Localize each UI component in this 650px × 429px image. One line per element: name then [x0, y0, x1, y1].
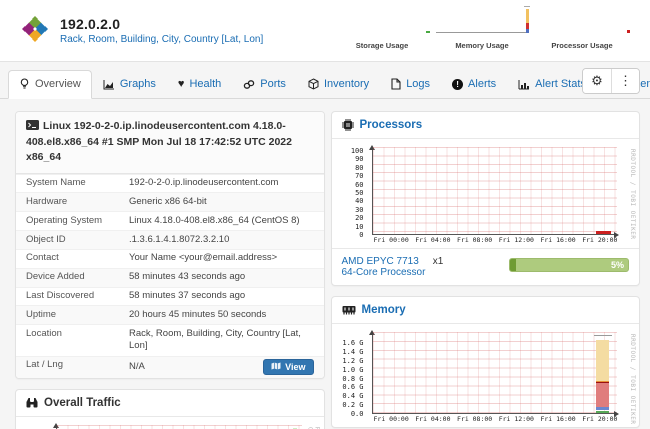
- view-map-button[interactable]: View: [263, 359, 313, 375]
- processor-usage-label: Processor Usage: [532, 41, 632, 50]
- processors-y-axis: 10090 8070 6050 4030 2010 0: [334, 147, 364, 239]
- file-icon: [391, 78, 401, 90]
- binoculars-icon: [26, 397, 38, 408]
- cpu-description: 64-Core Processor: [342, 267, 444, 278]
- more-options-button[interactable]: ⋮: [611, 69, 639, 93]
- tab-overview[interactable]: Overview: [8, 70, 92, 99]
- system-attributes-table: System Name192-0-2-0.ip.linodeuserconten…: [16, 174, 324, 378]
- processors-graph[interactable]: 10090 8070 6050 4030 2010 0 Fri 00:00Fri…: [332, 139, 640, 248]
- lightbulb-icon: [19, 78, 30, 90]
- tab-health[interactable]: ♥ Health: [167, 70, 232, 99]
- cube-icon: [308, 78, 319, 90]
- table-row: Object ID.1.3.6.1.4.1.8072.3.2.10: [16, 231, 324, 250]
- terminal-icon: [26, 120, 39, 135]
- table-row: LocationRack, Room, Building, City, Coun…: [16, 325, 324, 357]
- cpu-usage-fill: [510, 259, 516, 271]
- cpu-count: x1: [433, 256, 444, 267]
- table-row: Uptime20 hours 45 minutes 50 seconds: [16, 306, 324, 325]
- system-info-panel: Linux 192-0-2-0.ip.linodeusercontent.com…: [15, 111, 325, 379]
- processors-x-axis: Fri 00:00Fri 04:00 Fri 08:00Fri 12:00 Fr…: [372, 235, 618, 245]
- storage-usage-mini-graph[interactable]: Storage Usage: [332, 12, 432, 50]
- memory-graph[interactable]: 1.6 G1.4 G 1.2 G1.0 G 0.8 G0.6 G 0.4 G0.…: [332, 324, 640, 427]
- area-chart-icon: [103, 79, 115, 90]
- table-row: Lat / Lng N/A View: [16, 356, 324, 378]
- table-row: ContactYour Name <your@email.address>: [16, 249, 324, 268]
- cpu-name-link[interactable]: AMD EPYC 7713: [342, 256, 419, 267]
- device-header: 192.0.2.0 Rack, Room, Building, City, Co…: [0, 0, 650, 62]
- cpu-usage-progressbar: 5%: [509, 258, 629, 272]
- table-row: System Name192-0-2-0.ip.linodeuserconten…: [16, 174, 324, 193]
- overall-traffic-graph[interactable]: 150 k 100 k 50 k 0 RRDTOOL / TOBI OETIKE…: [16, 417, 324, 429]
- tab-ports[interactable]: Ports: [232, 70, 297, 99]
- memory-usage-mini-graph[interactable]: Memory Usage: [432, 12, 532, 50]
- memory-usage-spark-total-tick: [524, 6, 530, 7]
- processor-usage-mini-graph[interactable]: Processor Usage: [532, 12, 632, 50]
- centos-logo-icon: [22, 16, 48, 45]
- gear-icon: ⚙: [591, 73, 603, 88]
- tab-alerts[interactable]: ! Alerts: [441, 70, 507, 99]
- processors-panel: Processors 10090 8070 6050 4030 2010 0 F…: [331, 111, 641, 286]
- header-mini-graphs: Storage Usage Memory Usage Processor Usa…: [332, 12, 632, 50]
- memory-plot-area: [372, 332, 618, 414]
- memory-total-line: [594, 335, 612, 336]
- cpu-usage-percent: 5%: [611, 259, 624, 271]
- system-banner: Linux 192-0-2-0.ip.linodeusercontent.com…: [16, 112, 324, 174]
- map-icon: [271, 362, 281, 372]
- heartbeat-icon: ♥: [178, 78, 185, 90]
- memory-icon: [342, 305, 356, 315]
- table-row: HardwareGeneric x86 64-bit: [16, 193, 324, 212]
- link-icon: [243, 79, 255, 90]
- left-column: Linux 192-0-2-0.ip.linodeusercontent.com…: [15, 111, 325, 429]
- overall-traffic-header: Overall Traffic: [16, 390, 324, 417]
- tab-logs[interactable]: Logs: [380, 70, 441, 99]
- memory-usage-label: Memory Usage: [432, 41, 532, 50]
- rrdtool-watermark: RRDTOOL / TOBI OETIKER: [629, 149, 636, 239]
- processors-plot-area: [372, 147, 618, 235]
- bar-chart-icon: [518, 79, 530, 90]
- memory-header[interactable]: Memory: [332, 297, 640, 324]
- cpu-usage-bar: [596, 231, 611, 234]
- cpu-icon: [342, 119, 354, 131]
- memory-available-bar: [596, 340, 609, 381]
- storage-usage-spark-mark: [426, 31, 430, 33]
- rrdtool-watermark: RRDTOOL / TOBI OETIKER: [629, 334, 636, 424]
- tab-actions-group: ⚙ ⋮: [582, 68, 640, 94]
- device-title: 192.0.2.0: [60, 16, 263, 32]
- right-column: Processors 10090 8070 6050 4030 2010 0 F…: [331, 111, 641, 428]
- device-location-link[interactable]: Rack, Room, Building, City, Country [Lat…: [60, 34, 263, 45]
- memory-usage-spark-bar: [526, 9, 529, 33]
- memory-panel: Memory 1.6 G1.4 G 1.2 G1.0 G 0.8 G0.6 G …: [331, 296, 641, 428]
- memory-y-axis: 1.6 G1.4 G 1.2 G1.0 G 0.8 G0.6 G 0.4 G0.…: [334, 339, 364, 418]
- memory-free-bar: [596, 411, 609, 413]
- table-row: Operating SystemLinux 4.18.0-408.el8.x86…: [16, 212, 324, 231]
- alert-circle-icon: !: [452, 79, 463, 90]
- tab-inventory[interactable]: Inventory: [297, 70, 380, 99]
- processors-header[interactable]: Processors: [332, 112, 640, 139]
- memory-usage-spark-baseline: [436, 32, 528, 33]
- processor-usage-spark-mark: [627, 30, 630, 33]
- memory-x-axis: Fri 00:00Fri 04:00 Fri 08:00Fri 12:00 Fr…: [372, 414, 618, 424]
- tab-graphs[interactable]: Graphs: [92, 70, 167, 99]
- overall-traffic-panel: Overall Traffic 150 k 100 k 50 k 0 R: [15, 389, 325, 429]
- storage-usage-label: Storage Usage: [332, 41, 432, 50]
- cpu-list-row: AMD EPYC 7713 x1 64-Core Processor 5%: [332, 248, 640, 285]
- traffic-plot-area: [56, 425, 302, 429]
- device-tabbar: Overview Graphs ♥ Health Ports Inventory…: [0, 68, 650, 99]
- table-row: Device Added58 minutes 43 seconds ago: [16, 268, 324, 287]
- memory-used-bar: [596, 383, 609, 407]
- kebab-menu-icon: ⋮: [619, 73, 632, 88]
- table-row: Last Discovered58 minutes 37 seconds ago: [16, 287, 324, 306]
- settings-gear-button[interactable]: ⚙: [583, 69, 611, 93]
